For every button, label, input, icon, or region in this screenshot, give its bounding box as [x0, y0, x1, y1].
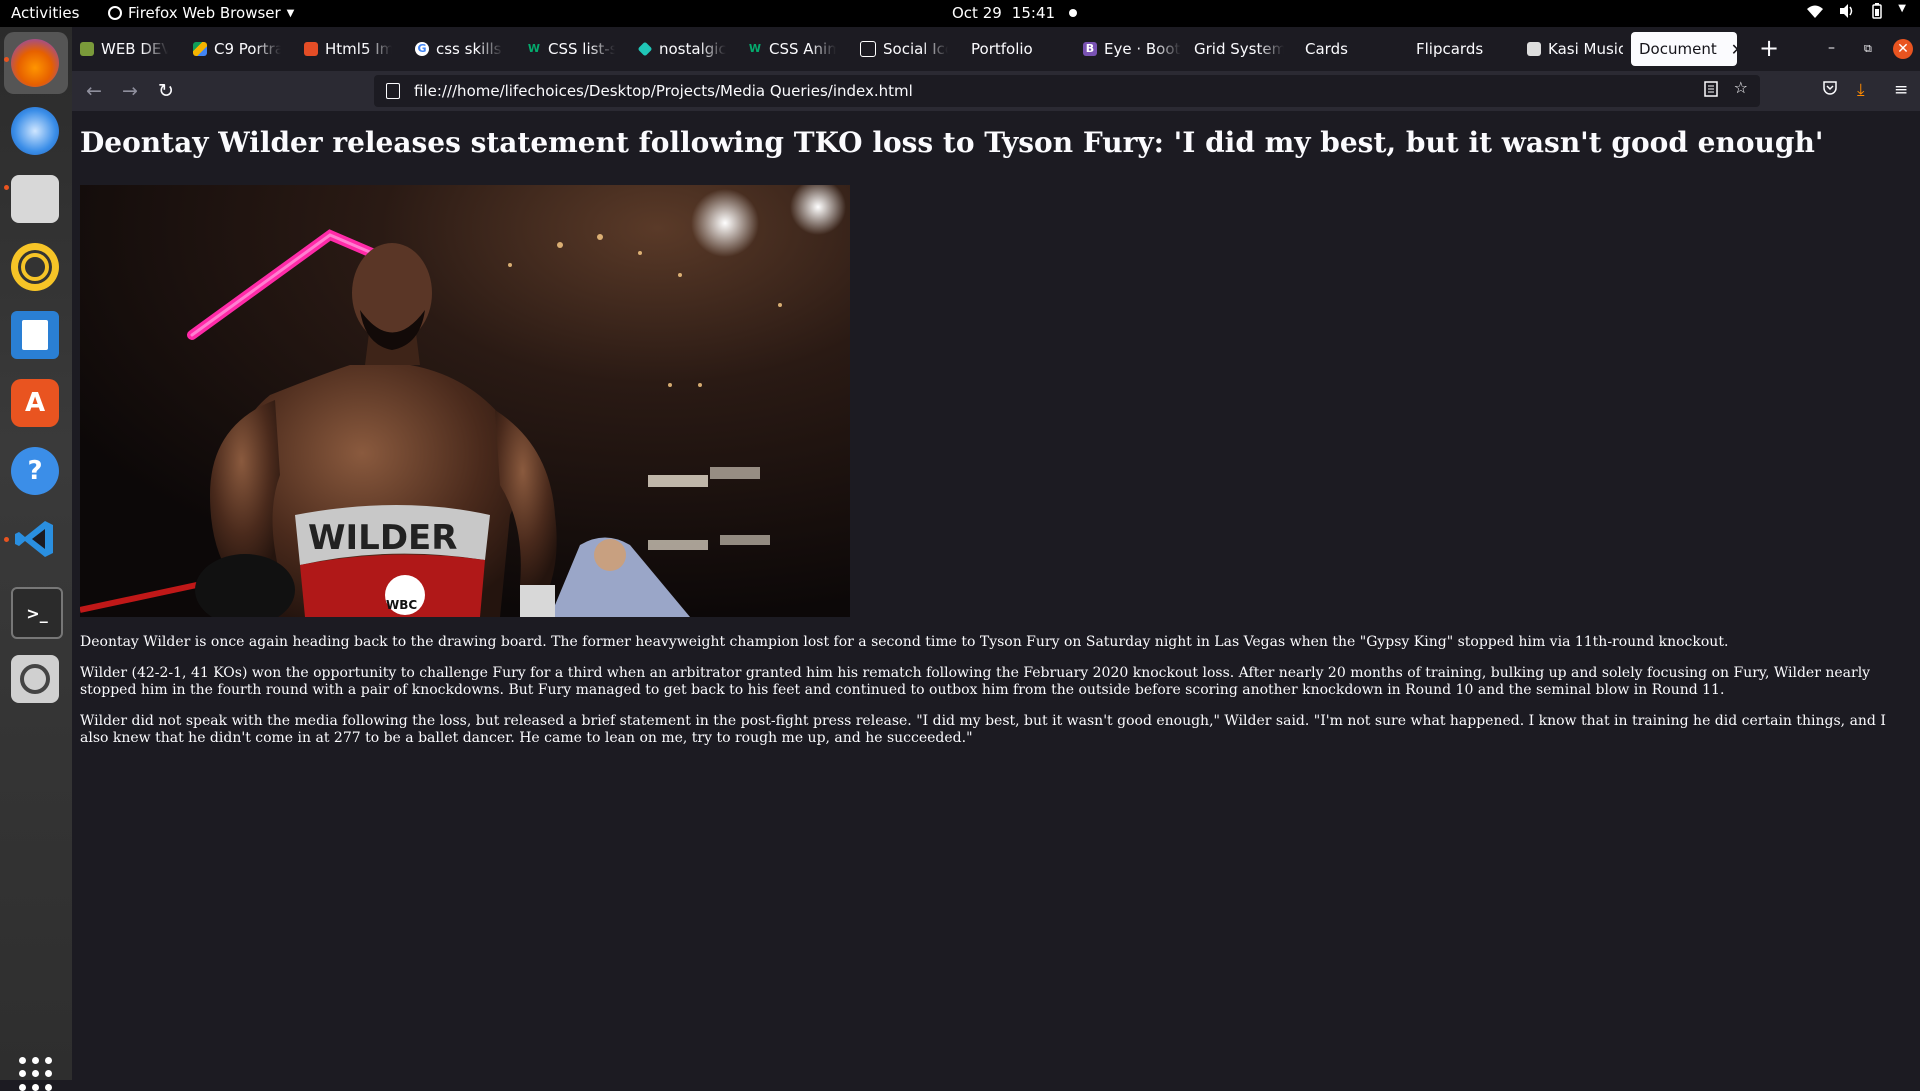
files-icon[interactable]: [11, 175, 59, 223]
html5-icon: [304, 42, 318, 56]
tab-c9-portrait[interactable]: C9 Portrai: [193, 32, 281, 66]
tab-eye-bootstrap[interactable]: B Eye · Boot: [1083, 32, 1181, 66]
downloads-icon[interactable]: ⤓: [1857, 80, 1865, 100]
pocket-icon[interactable]: [1822, 80, 1838, 96]
minimize-icon[interactable]: –: [1828, 40, 1835, 56]
tab-html5-images[interactable]: Html5 Ima: [304, 32, 392, 66]
app-menu-label: Firefox Web Browser: [128, 4, 281, 22]
w3schools-icon: W: [527, 42, 541, 55]
tab-label: Flipcards: [1416, 40, 1484, 58]
google-icon: G: [415, 42, 429, 56]
w3schools-icon: W: [748, 42, 762, 55]
article-headline: Deontay Wilder releases statement follow…: [80, 126, 1824, 159]
battery-icon: [1872, 3, 1883, 19]
tab-css-list-style[interactable]: W CSS list-st: [527, 32, 615, 66]
tab-web-dev[interactable]: WEB DEVE: [80, 32, 168, 66]
app-menu[interactable]: Firefox Web Browser ▼: [108, 4, 294, 22]
reload-icon[interactable]: ↻: [152, 77, 180, 105]
firefox-icon[interactable]: [11, 39, 59, 87]
close-window-icon[interactable]: ✕: [1893, 39, 1913, 59]
wifi-icon: [1807, 5, 1824, 18]
tab-label: Cards: [1305, 40, 1348, 58]
forward-icon[interactable]: →: [116, 77, 144, 105]
tab-nostalgic[interactable]: nostalgic-j: [638, 32, 726, 66]
help-icon[interactable]: ?: [11, 447, 59, 495]
close-tab-icon[interactable]: ✕: [1731, 40, 1737, 59]
url-bar[interactable]: file:///home/lifechoices/Desktop/Project…: [374, 75, 1760, 107]
tab-portfolio[interactable]: Portfolio: [971, 32, 1059, 66]
vscode-icon[interactable]: [11, 515, 59, 563]
clock[interactable]: Oct 29 15:41: [952, 4, 1078, 22]
gnome-top-bar: Activities Firefox Web Browser ▼ Oct 29 …: [0, 0, 1920, 27]
back-icon[interactable]: ←: [80, 77, 108, 105]
volume-icon: [1840, 4, 1853, 18]
time: 15:41: [1011, 4, 1056, 22]
article-body: Deontay Wilder is once again heading bac…: [80, 634, 1910, 761]
bookmark-star-icon[interactable]: ☆: [1734, 78, 1748, 97]
codepen-icon: [860, 41, 876, 57]
tab-css-animation[interactable]: W CSS Anima: [748, 32, 836, 66]
screenshot-icon[interactable]: [11, 655, 59, 703]
tab-kasi-music[interactable]: Kasi Music: [1527, 32, 1623, 66]
software-icon[interactable]: A: [11, 379, 59, 427]
navigation-toolbar: ← → ↻ file:///home/lifechoices/Desktop/P…: [72, 71, 1920, 111]
running-indicator: [4, 57, 9, 62]
activities-button[interactable]: Activities: [11, 4, 79, 22]
reader-view-icon[interactable]: [1703, 81, 1718, 97]
tab-label: Portfolio: [971, 40, 1033, 58]
date: Oct 29: [952, 4, 1002, 22]
libreoffice-writer-icon[interactable]: [11, 311, 59, 359]
system-menu[interactable]: ▼: [1806, 3, 1906, 19]
tab-css-skills[interactable]: G css skills s: [415, 32, 503, 66]
tab-social-icons[interactable]: Social Icon: [860, 32, 948, 66]
globe-icon: [80, 42, 94, 56]
article-photo: WILDER WBC: [80, 185, 850, 617]
page-info-icon[interactable]: [386, 83, 400, 99]
new-tab-button[interactable]: +: [1752, 32, 1786, 66]
paragraph: Wilder did not speak with the media foll…: [80, 713, 1886, 746]
hamburger-menu-icon[interactable]: ≡: [1894, 80, 1908, 100]
terminal-icon[interactable]: >_: [11, 587, 63, 639]
bootstrap-icon: B: [1083, 42, 1097, 56]
restore-icon[interactable]: ⧉: [1864, 42, 1872, 56]
tab-label: Document: [1639, 40, 1717, 58]
rhythmbox-icon[interactable]: [11, 243, 59, 291]
chevron-down-icon: ▼: [286, 7, 295, 19]
tab-label: Kasi Music: [1548, 40, 1623, 58]
url-text: file:///home/lifechoices/Desktop/Project…: [414, 82, 913, 100]
drive-icon: [193, 42, 207, 56]
running-indicator: [4, 185, 9, 190]
wbc-label: WBC: [386, 598, 417, 612]
tab-grid-system[interactable]: Grid System p: [1194, 32, 1284, 66]
power-menu-chevron-icon: ▼: [1898, 3, 1906, 14]
running-indicator: [4, 537, 9, 542]
tab-cards[interactable]: Cards: [1305, 32, 1393, 66]
tab-document[interactable]: Document ✕: [1631, 32, 1737, 66]
tab-flipcards[interactable]: Flipcards: [1416, 32, 1504, 66]
firefox-small-icon: [108, 6, 122, 20]
paragraph: Deontay Wilder is once again heading bac…: [80, 634, 1729, 650]
paragraph: Wilder (42-2-1, 41 KOs) won the opportun…: [80, 665, 1871, 698]
show-applications-icon[interactable]: [19, 1057, 53, 1091]
ubuntu-dock: A ? >_: [0, 27, 72, 1091]
thunderbird-icon[interactable]: [11, 107, 59, 155]
notification-dot-icon: [1069, 9, 1078, 17]
page-icon: [1527, 42, 1541, 56]
trunks-lettering: WILDER: [308, 518, 457, 558]
page-content: Deontay Wilder releases statement follow…: [72, 111, 1920, 1080]
netlify-icon: [638, 41, 653, 57]
tab-strip: WEB DEVE C9 Portrai Html5 Ima G css skil…: [72, 27, 1920, 71]
